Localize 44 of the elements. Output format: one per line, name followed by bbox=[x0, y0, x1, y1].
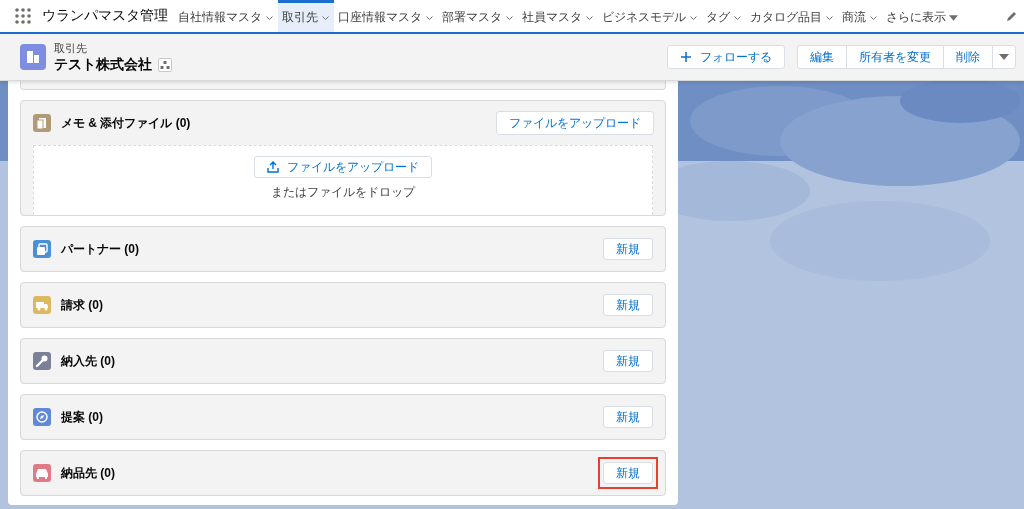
nav-tab[interactable]: 社員マスタ bbox=[518, 0, 598, 32]
pencil-icon bbox=[1006, 10, 1018, 22]
new-button[interactable]: 新規 bbox=[603, 238, 653, 260]
nav-tab[interactable]: 部署マスタ bbox=[438, 0, 518, 32]
follow-button[interactable]: フォローする bbox=[667, 45, 785, 69]
building-icon bbox=[20, 44, 46, 70]
new-button[interactable]: 新規 bbox=[603, 462, 653, 484]
document-icon bbox=[33, 114, 51, 132]
card-title: 納入先 (0) bbox=[61, 352, 115, 370]
caret-down-icon bbox=[949, 13, 958, 22]
nav-tab[interactable]: カタログ品目 bbox=[746, 0, 838, 32]
more-actions-button[interactable] bbox=[992, 45, 1016, 69]
drop-hint: またはファイルをドロップ bbox=[271, 184, 415, 201]
hierarchy-icon bbox=[160, 59, 170, 70]
card-title: 納品先 (0) bbox=[61, 464, 115, 482]
plus-icon bbox=[680, 51, 692, 63]
caret-down-icon bbox=[999, 53, 1009, 61]
upload-icon bbox=[267, 161, 279, 173]
hierarchy-button[interactable] bbox=[158, 57, 172, 72]
app-name: ウランパマスタ管理 bbox=[42, 7, 168, 25]
action-button[interactable]: 編集 bbox=[797, 45, 847, 69]
card-title: パートナー (0) bbox=[61, 240, 139, 258]
object-label: 取引先 bbox=[54, 40, 88, 56]
upload-button[interactable]: ファイルをアップロード bbox=[496, 111, 654, 135]
new-button[interactable]: 新規 bbox=[603, 350, 653, 372]
nav-tab[interactable]: 商流 bbox=[838, 0, 882, 32]
more-tab[interactable]: さらに表示 bbox=[882, 0, 962, 32]
card-title: 請求 (0) bbox=[61, 296, 103, 314]
card-title: メモ & 添付ファイル (0) bbox=[61, 114, 191, 132]
action-button[interactable]: 所有者を変更 bbox=[846, 45, 944, 69]
record-name: テスト株式会社 bbox=[54, 55, 152, 74]
card-title: 提案 (0) bbox=[61, 408, 103, 426]
nav-tab[interactable]: タグ bbox=[702, 0, 746, 32]
app-launcher-button[interactable] bbox=[14, 7, 32, 25]
edit-nav-button[interactable] bbox=[1006, 10, 1018, 22]
app-launcher-icon bbox=[14, 7, 32, 25]
upload-button[interactable]: ファイルをアップロード bbox=[254, 156, 432, 178]
new-button[interactable]: 新規 bbox=[603, 406, 653, 428]
action-button[interactable]: 削除 bbox=[943, 45, 993, 69]
nav-tab[interactable]: 口座情報マスタ bbox=[334, 0, 438, 32]
new-button[interactable]: 新規 bbox=[603, 294, 653, 316]
nav-tab[interactable]: 取引先 bbox=[278, 0, 334, 32]
nav-tab[interactable]: ビジネスモデル bbox=[598, 0, 702, 32]
nav-tab[interactable]: 自社情報マスタ bbox=[174, 0, 278, 32]
